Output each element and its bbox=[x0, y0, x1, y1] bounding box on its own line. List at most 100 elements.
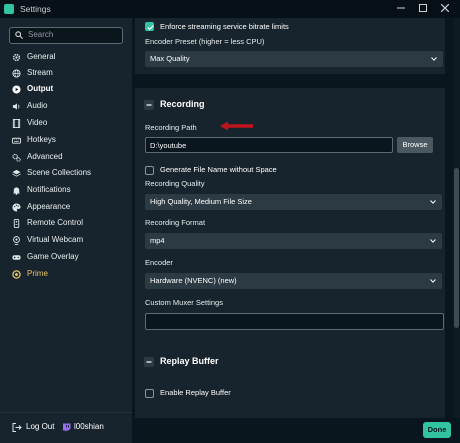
recording-format-select[interactable]: mp4 bbox=[145, 233, 442, 249]
generate-filename-label: Generate File Name without Space bbox=[160, 165, 277, 174]
enforce-bitrate-checkbox[interactable] bbox=[145, 22, 154, 31]
sidebar-item-label: Remote Control bbox=[27, 218, 84, 227]
logout-button[interactable]: Log Out bbox=[12, 421, 60, 433]
sidebar-item-label: Notifications bbox=[27, 185, 71, 194]
sidebar-item-scene-collections[interactable]: Scene Collections bbox=[12, 167, 127, 181]
sidebar-item-label: Video bbox=[27, 118, 48, 127]
gamepad-icon bbox=[12, 255, 21, 260]
encoder-label: Encoder bbox=[145, 258, 173, 267]
content-scrollbar[interactable] bbox=[453, 18, 460, 418]
sidebar-item-stream[interactable]: Stream bbox=[12, 67, 127, 81]
film-icon bbox=[12, 119, 21, 128]
recording-quality-label: Recording Quality bbox=[145, 179, 205, 188]
sidebar-item-appearance[interactable]: Appearance bbox=[12, 201, 127, 215]
sidebar-item-audio[interactable]: Audio bbox=[12, 100, 127, 114]
collapse-icon[interactable] bbox=[144, 100, 154, 110]
logout-label: Log Out bbox=[26, 422, 55, 431]
close-icon bbox=[440, 3, 450, 13]
collapse-icon[interactable] bbox=[144, 357, 154, 367]
play-circle-icon bbox=[12, 85, 21, 94]
app-logo-icon bbox=[4, 4, 14, 14]
sidebar-item-label: Virtual Webcam bbox=[27, 235, 84, 244]
scrollbar-thumb[interactable] bbox=[454, 168, 459, 328]
speaker-icon bbox=[12, 103, 20, 110]
sidebar-item-label: Advanced bbox=[27, 152, 63, 161]
user-account[interactable]: l00shian bbox=[62, 421, 122, 433]
custom-muxer-input[interactable] bbox=[145, 313, 444, 330]
encoder-preset-value: Max Quality bbox=[150, 54, 190, 63]
sidebar-item-label: Hotkeys bbox=[27, 135, 56, 144]
search-input[interactable]: Search bbox=[9, 27, 123, 44]
search-icon bbox=[15, 31, 23, 39]
settings-content: Enforce streaming service bitrate limits… bbox=[132, 18, 452, 418]
enforce-bitrate-label: Enforce streaming service bitrate limits bbox=[160, 22, 289, 31]
sidebar-item-hotkeys[interactable]: Hotkeys bbox=[12, 134, 127, 148]
streaming-panel: Enforce streaming service bitrate limits… bbox=[135, 18, 445, 74]
recording-format-label: Recording Format bbox=[145, 218, 206, 227]
logout-icon bbox=[12, 423, 22, 432]
recording-path-value: D:\youtube bbox=[150, 141, 187, 150]
close-window-button[interactable] bbox=[436, 2, 454, 16]
sidebar-item-output[interactable]: Output bbox=[12, 83, 127, 97]
chevron-down-icon bbox=[430, 279, 436, 283]
sidebar-item-label: Output bbox=[27, 84, 54, 93]
title-bar: Settings bbox=[0, 0, 460, 18]
twitch-icon bbox=[63, 423, 71, 432]
replay-buffer-section-title: Replay Buffer bbox=[160, 356, 219, 366]
sidebar-item-label: Stream bbox=[27, 68, 53, 77]
sidebar-item-label: Prime bbox=[27, 269, 48, 278]
keyboard-icon bbox=[12, 137, 21, 144]
enable-replay-buffer-label: Enable Replay Buffer bbox=[160, 388, 231, 397]
sidebar-item-label: General bbox=[27, 52, 56, 61]
maximize-button[interactable] bbox=[414, 2, 432, 16]
sidebar-item-label: Game Overlay bbox=[27, 252, 79, 261]
recording-format-value: mp4 bbox=[150, 236, 165, 245]
browse-button[interactable]: Browse bbox=[397, 137, 433, 153]
maximize-icon bbox=[419, 4, 427, 12]
done-button[interactable]: Done bbox=[423, 422, 451, 438]
browse-label: Browse bbox=[402, 140, 428, 149]
sidebar-item-virtual-webcam[interactable]: Virtual Webcam bbox=[12, 234, 127, 248]
minimize-button[interactable] bbox=[392, 2, 410, 16]
layers-icon bbox=[12, 169, 21, 177]
settings-footer: Done bbox=[132, 418, 460, 443]
chevron-down-icon bbox=[430, 239, 436, 243]
sidebar-item-remote-control[interactable]: Remote Control bbox=[12, 217, 127, 231]
replay-buffer-panel: Replay Buffer Enable Replay Buffer bbox=[135, 348, 445, 418]
encoder-preset-select[interactable]: Max Quality bbox=[145, 51, 443, 67]
recording-path-input[interactable]: D:\youtube bbox=[145, 137, 393, 153]
enable-replay-buffer-checkbox[interactable] bbox=[145, 389, 154, 398]
settings-sidebar: Search General Stream Output Audio Video… bbox=[0, 18, 132, 443]
sidebar-item-label: Scene Collections bbox=[27, 168, 92, 177]
checkmark-icon bbox=[147, 25, 154, 31]
sidebar-footer: Log Out l00shian bbox=[0, 412, 132, 443]
chevron-down-icon bbox=[430, 200, 436, 204]
encoder-preset-label: Encoder Preset (higher = less CPU) bbox=[145, 37, 265, 46]
search-placeholder: Search bbox=[28, 30, 54, 39]
sidebar-item-general[interactable]: General bbox=[12, 51, 127, 65]
globe-icon bbox=[12, 69, 21, 78]
sidebar-item-video[interactable]: Video bbox=[12, 117, 127, 131]
encoder-value: Hardware (NVENC) (new) bbox=[150, 276, 237, 285]
generate-filename-checkbox[interactable] bbox=[145, 166, 154, 175]
sidebar-item-prime[interactable]: Prime bbox=[12, 268, 127, 282]
sidebar-item-notifications[interactable]: Notifications bbox=[12, 184, 127, 198]
bell-icon bbox=[12, 187, 21, 195]
done-label: Done bbox=[427, 425, 447, 434]
chevron-down-icon bbox=[431, 57, 437, 61]
recording-panel: Recording Recording Path D:\youtube Brow… bbox=[135, 88, 445, 350]
window-title: Settings bbox=[20, 4, 51, 14]
encoder-select[interactable]: Hardware (NVENC) (new) bbox=[145, 273, 442, 289]
sidebar-item-advanced[interactable]: Advanced bbox=[12, 151, 127, 165]
minimize-icon bbox=[397, 7, 405, 9]
sidebar-item-label: Audio bbox=[27, 101, 48, 110]
recording-quality-select[interactable]: High Quality, Medium File Size bbox=[145, 194, 442, 210]
remote-icon bbox=[13, 219, 20, 228]
red-arrow-annotation bbox=[220, 121, 253, 131]
sidebar-item-game-overlay[interactable]: Game Overlay bbox=[12, 251, 127, 265]
sidebar-item-label: Appearance bbox=[27, 202, 71, 211]
custom-muxer-label: Custom Muxer Settings bbox=[145, 298, 223, 307]
gear-icon bbox=[12, 53, 21, 62]
webcam-icon bbox=[13, 236, 20, 245]
recording-path-label: Recording Path bbox=[145, 123, 197, 132]
